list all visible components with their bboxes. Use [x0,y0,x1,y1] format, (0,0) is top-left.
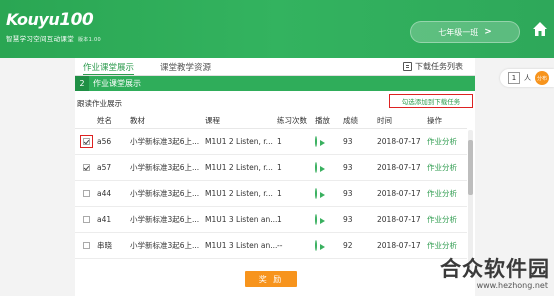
cell-course: M1U1 3 Listen an... [205,215,277,224]
analysis-link[interactable]: 作业分析 [427,188,467,199]
cell-name: a57 [97,163,112,172]
table-header: 姓名 教材 课程 练习次数 播放 成绩 时间 操作 [75,113,467,129]
cell-course: M1U1 2 Listen, r... [205,189,273,198]
class-name: 七年级一班 [438,27,479,37]
cell-time: 2018-07-17 [377,163,421,172]
analysis-link[interactable]: 作业分析 [427,136,467,147]
cell-name: a41 [97,215,112,224]
cell-course: M1U1 2 Listen, r... [205,137,273,146]
cell-score: 93 [343,137,353,146]
analysis-link[interactable]: 作业分析 [427,240,467,251]
chevron-right-icon: > [484,27,492,37]
tab-bar: 作业课堂展示 课堂教学资源 下载任务列表 [75,58,475,76]
cell-name: 串晓 [97,241,112,250]
table-row: a41 小学新标准3起6上... M1U1 3 Listen an... 1 93 201… [75,207,467,233]
cell-book: 小学新标准3起6上... [130,215,200,224]
col-header-course: 课程 [205,116,220,125]
section-number: 2 [75,76,89,91]
cell-name: a44 [97,189,112,198]
tab-teaching-resources[interactable]: 课堂教学资源 [160,61,211,73]
cell-course: M1U1 2 Listen, r... [205,163,273,172]
cell-time: 2018-07-17 [377,189,421,198]
version-label: 版本1.00 [78,37,101,43]
app-header: Kouyu100 智慧学习空间互动课堂 版本1.00 七年级一班 > [0,0,554,58]
cell-time: 2018-07-17 [377,215,421,224]
download-list-button[interactable]: 下载任务列表 [403,61,463,72]
play-icon[interactable] [315,136,317,147]
cell-course: M1U1 3 Listen an... [205,241,277,250]
watermark-title: 合众软件园 [440,257,550,281]
scrollbar-thumb[interactable] [468,140,473,195]
table-row: a56 小学新标准3起6上... M1U1 2 Listen, r... 1 93 201… [75,129,467,155]
app-logo: Kouyu100 [6,10,94,30]
analysis-link[interactable]: 作业分析 [427,162,467,173]
row-checkbox[interactable] [82,242,90,249]
col-header-count: 练习次数 [277,116,307,125]
cell-name: a56 [97,137,112,146]
play-icon[interactable] [315,162,317,173]
download-list-label: 下载任务列表 [415,62,463,71]
class-selector-button[interactable]: 七年级一班 > [410,21,520,43]
table-row: a57 小学新标准3起6上... M1U1 2 Listen, r... 1 93 201… [75,155,467,181]
play-icon[interactable] [315,188,317,199]
cell-time: 2018-07-17 [377,241,421,250]
play-icon[interactable] [315,240,317,251]
play-icon[interactable] [315,214,317,225]
watermark-url: www.hezhong.net [476,281,548,290]
home-icon[interactable] [532,21,548,37]
cell-score: 92 [343,241,353,250]
count-unit: 人 [524,74,531,82]
highlight-box [79,135,93,148]
cell-count: -- [277,241,283,250]
col-header-time: 时间 [377,116,392,125]
tab-homework-display[interactable]: 作业课堂展示 [83,61,135,75]
section-title: 作业课堂展示 [93,79,141,88]
reading-homework-label: 跟读作业展示 [77,99,122,108]
col-header-name: 姓名 [97,116,112,125]
cell-book: 小学新标准3起6上... [130,241,200,250]
cell-count: 1 [277,163,282,172]
col-header-book: 教材 [130,116,145,125]
section-header: 2 作业课堂展示 [75,76,475,91]
cell-book: 小学新标准3起6上... [130,137,200,146]
analysis-link[interactable]: 作业分析 [427,214,467,225]
cell-time: 2018-07-17 [377,137,421,146]
main-panel: 作业课堂展示 课堂教学资源 下载任务列表 2 作业课堂展示 跟读作业展示 勾选添… [75,58,475,296]
table-row: 串晓 小学新标准3起6上... M1U1 3 Listen an... -- 92 201… [75,233,467,259]
app-subtitle: 智慧学习空间互动课堂 版本1.00 [6,35,101,43]
distribute-button[interactable]: 分布 [535,71,549,85]
row-checkbox[interactable] [82,216,90,223]
cell-book: 小学新标准3起6上... [130,189,200,198]
cell-count: 1 [277,137,282,146]
cell-score: 93 [343,215,353,224]
homework-table: 姓名 教材 课程 练习次数 播放 成绩 时间 操作 a56 小学新标准3起6上..… [75,113,467,259]
cell-score: 93 [343,163,353,172]
cell-score: 93 [343,189,353,198]
col-header-score: 成绩 [343,116,358,125]
add-to-download-button[interactable]: 勾选添加到下载任务 [389,94,473,108]
cell-book: 小学新标准3起6上... [130,163,200,172]
count-pager: 1 人 分布 [500,69,554,87]
cell-count: 1 [277,215,282,224]
row-checkbox[interactable] [82,164,90,171]
col-header-play: 播放 [315,116,330,125]
reading-row: 跟读作业展示 勾选添加到下载任务 [75,91,475,111]
col-header-action: 操作 [427,116,442,125]
reward-button[interactable]: 奖 励 [245,271,297,287]
row-checkbox[interactable] [82,138,90,145]
scrollbar[interactable] [468,130,473,270]
cell-count: 1 [277,189,282,198]
list-icon [403,62,412,71]
count-input[interactable]: 1 [508,72,520,84]
row-checkbox[interactable] [82,190,90,197]
table-row: a44 小学新标准3起6上... M1U1 2 Listen, r... 1 93 201… [75,181,467,207]
watermark: 合众软件园 www.hezhong.net [425,253,554,296]
